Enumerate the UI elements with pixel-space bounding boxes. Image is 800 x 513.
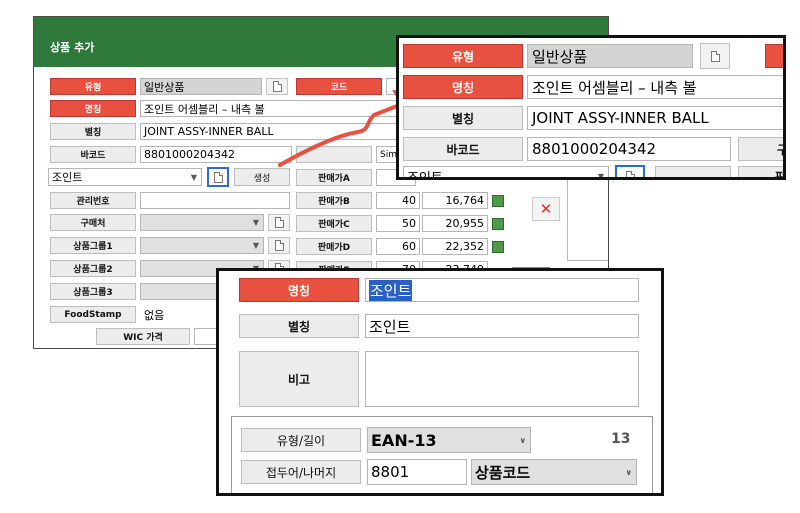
zoom2-alias-label: 별칭 [239,314,359,338]
zoom2-note-field[interactable] [365,351,639,407]
foodstamp-value[interactable]: 없음 [140,306,220,323]
price-c-value[interactable]: 20,955 [422,215,488,232]
document-icon [213,171,223,183]
purchase-combo[interactable]: ▼ [140,214,264,231]
price-b-pct[interactable]: 40 [376,192,420,209]
zoom-name-field[interactable]: 조인트 어셈블리 – 내측 볼 [527,75,783,99]
category-combo[interactable]: 조인트 ▼ [48,168,202,186]
foodstamp-label: FoodStamp [50,306,136,323]
chevron-down-icon: ∨ [625,467,633,477]
zoom-barcode-label: 바코드 [403,137,523,161]
group1-label: 상품그룹1 [50,237,136,254]
chevron-down-icon: ▼ [597,171,604,180]
zoom2-type-length-label: 유형/길이 [241,428,361,452]
price-b-calc-icon[interactable] [492,195,504,207]
group3-label: 상품그룹3 [50,283,136,300]
zoom-barcode-field[interactable]: 8801000204342 [527,137,731,161]
price-c-label: 판매가C [296,215,372,232]
price-d-pct[interactable]: 60 [376,238,420,255]
zoom-alias-field[interactable]: JOINT ASSY-INNER BALL [527,106,783,130]
price-c-pct[interactable]: 50 [376,215,420,232]
zoom-name-label: 명칭 [403,75,523,99]
price-b-label: 판매가B [296,192,372,209]
category-combo-value: 조인트 [52,171,83,184]
document-icon [710,50,720,62]
zoom2-note-label: 비고 [239,351,359,407]
group1-doc-button[interactable] [268,237,290,254]
group2-label: 상품그룹2 [50,260,136,277]
mgmt-field[interactable] [140,192,290,209]
zoom2-name-field[interactable]: 조인트 [365,278,639,302]
zoom2-barcode-length: 13 [611,431,631,447]
zoom-type-label: 유형 [403,44,523,68]
zoom2-barcode-type-combo[interactable]: EAN-13 ∨ [367,427,531,453]
zoom-partial-right2: 판 [738,166,783,177]
zoom-doc-button[interactable] [700,43,730,69]
zoom-code-label-partial [765,44,783,68]
zoom2-name-value: 조인트 [369,279,413,301]
zoom2-rest-combo[interactable]: 상품코드 ∨ [471,459,637,485]
delete-image-button[interactable]: ✕ [532,197,560,221]
chevron-down-icon: ▼ [190,172,197,182]
zoom2-rest-value: 상품코드 [475,463,531,482]
group1-combo[interactable]: ▼ [140,237,264,254]
zoom2-prefix-field[interactable]: 8801 [367,459,467,485]
zoom-type-field[interactable]: 일반상품 [527,44,693,68]
zoom-generate-partial[interactable] [655,166,731,177]
barcode-label: 바코드 [50,146,136,163]
zoom2-alias-field[interactable]: 조인트 [365,314,639,338]
zoom-combo-partial[interactable]: 조인트 ▼ [403,166,609,180]
zoom2-barcode-type-value: EAN-13 [371,430,437,450]
zoom2-prefix-label: 접두어/나머지 [241,460,361,484]
document-icon [274,240,284,251]
zoom-top-panel: 유형 일반상품 명칭 조인트 어셈블리 – 내측 볼 별칭 JOINT ASSY… [396,35,786,180]
price-c-calc-icon[interactable] [492,218,504,230]
zoom-doc-button-blue[interactable] [615,165,645,177]
mgmt-label: 관리번호 [50,192,136,209]
image-box [567,177,608,261]
chevron-down-icon: ∨ [519,435,527,445]
chevron-down-icon: ▼ [252,241,259,250]
zoom-partial-right1: 구 [738,137,783,161]
document-icon [274,217,284,228]
close-icon: ✕ [539,200,553,218]
price-b-value[interactable]: 16,764 [422,192,488,209]
type-field[interactable]: 일반상품 [140,78,262,95]
zoom-alias-label: 별칭 [403,106,523,130]
price-d-calc-icon[interactable] [492,241,504,253]
alias-label: 별칭 [50,123,136,140]
name-label: 명칭 [50,100,136,117]
document-icon [625,170,635,177]
price-d-label: 판매가D [296,238,372,255]
zoom-combo-value: 조인트 [407,170,443,180]
purchase-label: 구매처 [50,214,136,231]
zoom-bottom-panel: 명칭 조인트 별칭 조인트 비고 유형/길이 EAN-13 ∨ 13 접두어/나… [216,268,664,496]
chevron-down-icon: ▼ [252,218,259,227]
wic-label: WIC 가격 [96,328,190,345]
type-label: 유형 [50,78,136,95]
category-doc-button[interactable] [207,167,229,187]
zoom2-name-label: 명칭 [239,278,359,302]
purchase-doc-button[interactable] [268,214,290,231]
price-d-value[interactable]: 22,352 [422,238,488,255]
